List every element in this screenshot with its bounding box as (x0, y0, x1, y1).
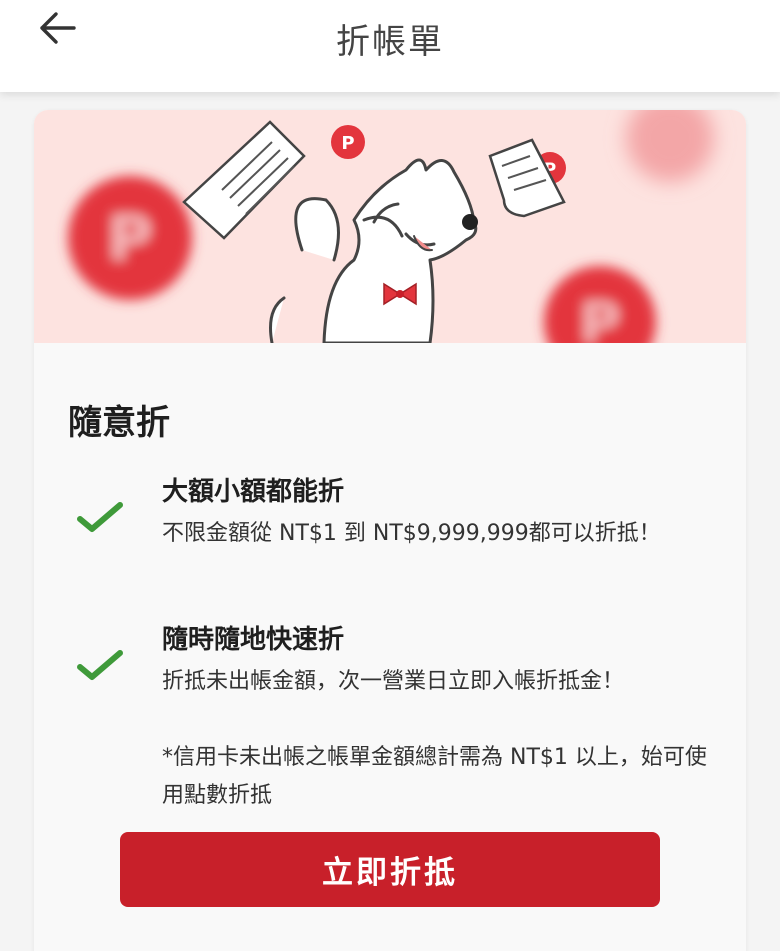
receipt-icon (488, 138, 566, 218)
section-title: 隨意折 (68, 403, 170, 443)
dog-illustration (269, 158, 478, 343)
feature-title: 大額小額都能折 (162, 477, 345, 507)
feature-title: 隨時隨地快速折 (162, 625, 345, 655)
coin-icon: P (331, 125, 365, 159)
feature-description: 不限金額從 NT$1 到 NT$9,999,999都可以折抵！ (162, 521, 661, 546)
svg-text:P: P (107, 202, 152, 275)
coin-icon: P (544, 266, 656, 343)
svg-text:P: P (579, 291, 620, 343)
redeem-now-button[interactable]: 立即折抵 (120, 832, 660, 907)
feature-card: P P P P P (34, 110, 746, 951)
top-app-bar: 折帳單 (0, 0, 780, 92)
check-icon (77, 650, 123, 680)
svg-text:P: P (341, 133, 354, 154)
feature-content: 隨意折 大額小額都能折 不限金額從 NT$1 到 NT$9,999,999都可以… (34, 343, 746, 951)
page-title: 折帳單 (336, 22, 444, 62)
promo-banner: P P P P P (34, 110, 746, 343)
feature-description: 折抵未出帳金額，次一營業日立即入帳折抵金！ (162, 669, 625, 694)
dog-receipts-illustration: P P P P P (68, 110, 714, 343)
check-icon (77, 502, 123, 532)
feature-note: *信用卡未出帳之帳單金額總計需為 NT$1 以上，始可使用點數折抵 (162, 745, 707, 808)
coin-icon: P (68, 176, 192, 300)
receipt-icon (182, 120, 306, 240)
coin-icon (626, 110, 714, 182)
